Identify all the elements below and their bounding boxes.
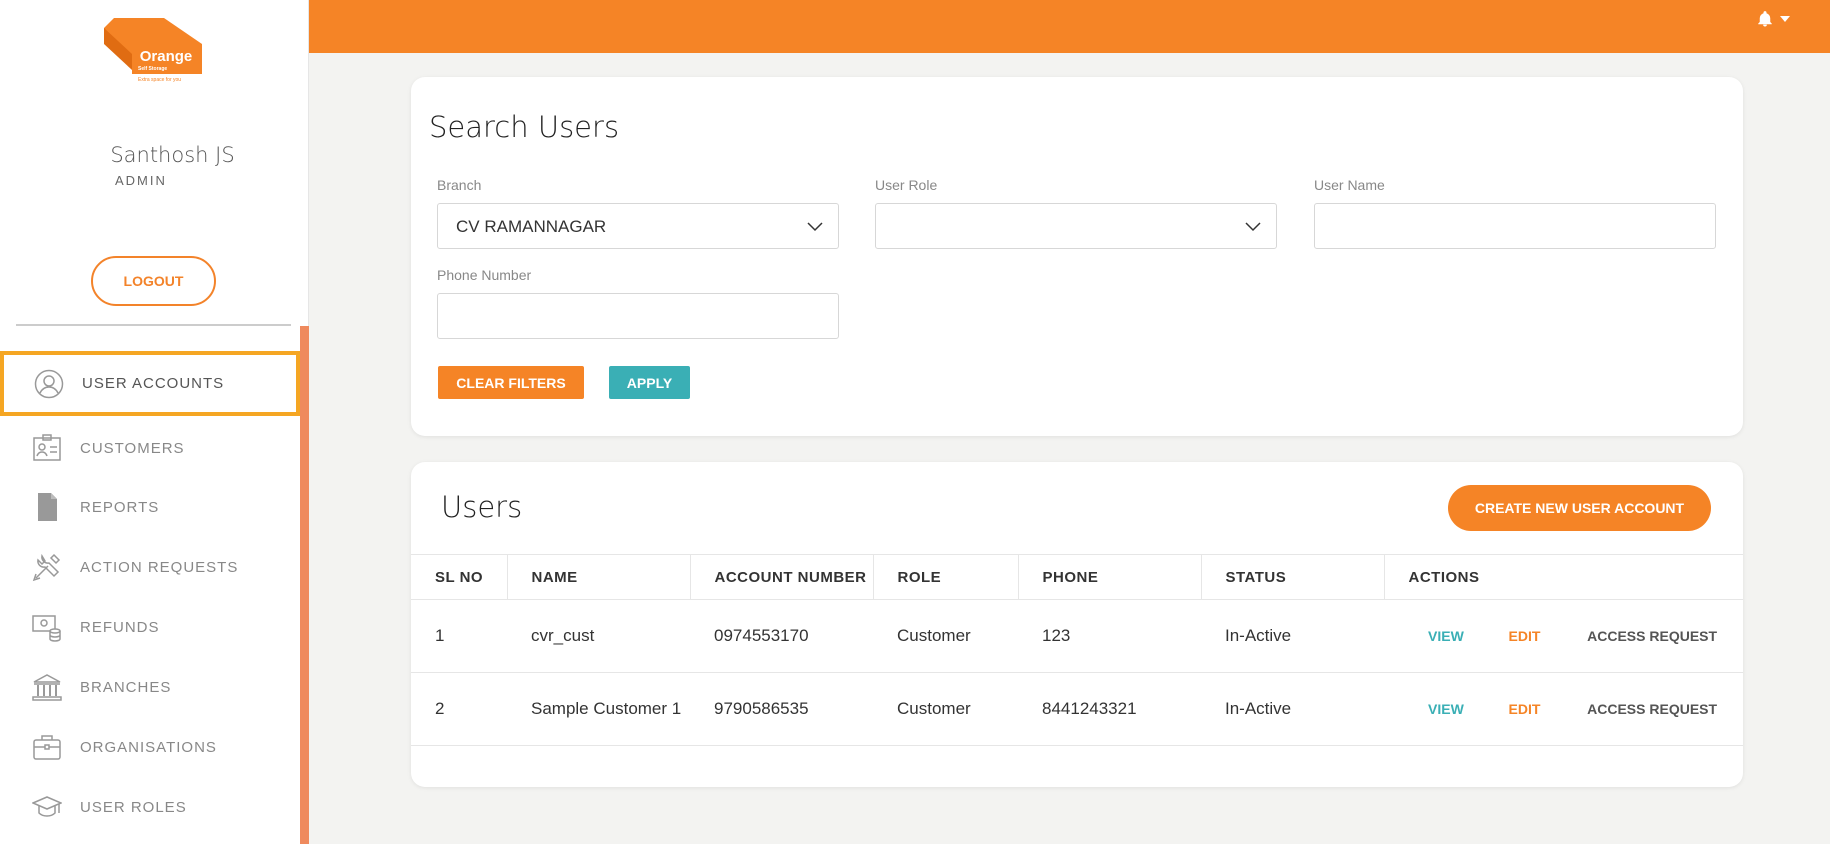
sidebar-item-refunds[interactable]: REFUNDS <box>0 597 300 657</box>
top-bar <box>309 0 1830 53</box>
bell-icon <box>1758 11 1772 27</box>
cell-name: Sample Customer 1 <box>507 672 690 746</box>
user-name-label: User Name <box>1314 177 1385 193</box>
column-header: SL NO <box>411 554 507 600</box>
access-request-button[interactable]: ACCESS REQUEST <box>1587 701 1717 717</box>
search-title: Search Users <box>429 110 620 144</box>
user-name-input[interactable] <box>1314 203 1716 249</box>
column-header: ACCOUNT NUMBER <box>689 554 873 600</box>
sidebar-item-label: REPORTS <box>80 498 160 516</box>
sidebar-item-label: REFUNDS <box>80 618 160 636</box>
brand-logo: Orange Self Storage Extra space for you <box>104 18 202 84</box>
phone-number-input[interactable] <box>437 293 839 339</box>
cell-name: cvr_cust <box>507 599 690 673</box>
cell-role: Customer <box>873 672 1018 746</box>
sidebar-item-label: USER ACCOUNTS <box>82 375 225 392</box>
clear-filters-button[interactable]: CLEAR FILTERS <box>438 366 584 399</box>
users-title: Users <box>441 490 523 524</box>
document-icon <box>32 492 62 522</box>
column-header: PHONE <box>1017 554 1201 600</box>
sidebar-item-label: USER ROLES <box>80 798 187 816</box>
edit-button[interactable]: EDIT <box>1509 628 1541 644</box>
cell-sl-no: 2 <box>411 672 507 746</box>
brand-subtitle: Self Storage <box>138 66 167 72</box>
apply-button[interactable]: APPLY <box>609 366 690 399</box>
sidebar-item-branches[interactable]: BRANCHES <box>0 657 300 717</box>
cell-sl-no: 1 <box>411 599 507 673</box>
cell-phone: 8441243321 <box>1018 672 1201 746</box>
sidebar-item-reports[interactable]: REPORTS <box>0 477 300 537</box>
sidebar-item-user-accounts[interactable]: USER ACCOUNTS <box>0 351 300 416</box>
users-table: SL NO NAME ACCOUNT NUMBER ROLE PHONE STA… <box>411 554 1743 746</box>
table-row: 1 cvr_cust 0974553170 Customer 123 In-Ac… <box>411 599 1743 673</box>
view-button[interactable]: VIEW <box>1428 628 1464 644</box>
chevron-down-icon <box>807 222 823 232</box>
logout-button[interactable]: LOGOUT <box>91 256 216 306</box>
id-card-icon <box>32 433 62 463</box>
cell-role: Customer <box>873 599 1018 673</box>
view-button[interactable]: VIEW <box>1428 701 1464 717</box>
user-role-label: User Role <box>875 177 938 193</box>
search-users-card: Search Users Branch CV RAMANNAGAR User R… <box>411 77 1743 436</box>
sidebar-item-label: CUSTOMERS <box>80 439 185 457</box>
chevron-down-icon <box>1245 222 1261 232</box>
cell-phone: 123 <box>1018 599 1201 673</box>
sidebar: Orange Self Storage Extra space for you … <box>0 0 309 844</box>
user-role-select[interactable] <box>875 203 1277 249</box>
cell-account-number: 0974553170 <box>690 599 873 673</box>
table-row: 2 Sample Customer 1 9790586535 Customer … <box>411 672 1743 746</box>
graduation-cap-icon <box>32 792 62 822</box>
refund-icon <box>32 612 62 642</box>
profile-role: ADMIN <box>115 173 167 188</box>
branch-label: Branch <box>437 177 482 193</box>
access-request-button[interactable]: ACCESS REQUEST <box>1587 628 1717 644</box>
column-header: NAME <box>506 554 690 600</box>
sidebar-item-label: ACTION REQUESTS <box>80 558 239 576</box>
user-circle-icon <box>34 369 64 399</box>
branch-select[interactable]: CV RAMANNAGAR <box>437 203 839 249</box>
brand-tagline: Extra space for you <box>138 77 181 83</box>
table-header-row: SL NO NAME ACCOUNT NUMBER ROLE PHONE STA… <box>411 554 1743 600</box>
column-header: STATUS <box>1200 554 1384 600</box>
edit-button[interactable]: EDIT <box>1509 701 1541 717</box>
sidebar-item-organisations[interactable]: ORGANISATIONS <box>0 717 300 777</box>
cell-account-number: 9790586535 <box>690 672 873 746</box>
sidebar-item-label: ORGANISATIONS <box>80 738 217 756</box>
bank-icon <box>32 672 62 702</box>
column-header: ACTIONS <box>1383 554 1743 600</box>
cell-actions: VIEW EDIT ACCESS REQUEST <box>1384 599 1743 673</box>
sidebar-item-customers[interactable]: CUSTOMERS <box>0 418 300 478</box>
sidebar-divider <box>16 324 291 326</box>
sidebar-item-action-requests[interactable]: ACTION REQUESTS <box>0 537 300 597</box>
notifications-menu[interactable] <box>1756 10 1790 28</box>
cell-status: In-Active <box>1201 672 1384 746</box>
sidebar-item-label: BRANCHES <box>80 678 172 696</box>
tools-icon <box>32 552 62 582</box>
create-user-account-button[interactable]: CREATE NEW USER ACCOUNT <box>1448 485 1711 531</box>
briefcase-icon <box>32 732 62 762</box>
column-header: ROLE <box>872 554 1018 600</box>
cell-actions: VIEW EDIT ACCESS REQUEST <box>1384 672 1743 746</box>
phone-number-label: Phone Number <box>437 267 532 283</box>
cell-status: In-Active <box>1201 599 1384 673</box>
caret-down-icon <box>1780 16 1790 22</box>
users-card: Users CREATE NEW USER ACCOUNT SL NO NAME… <box>411 462 1743 787</box>
sidebar-scrollbar[interactable] <box>300 326 309 844</box>
branch-value: CV RAMANNAGAR <box>456 217 607 236</box>
profile-name: Santhosh JS <box>110 143 235 167</box>
sidebar-item-user-roles[interactable]: USER ROLES <box>0 777 300 837</box>
brand-name: Orange <box>140 48 193 65</box>
